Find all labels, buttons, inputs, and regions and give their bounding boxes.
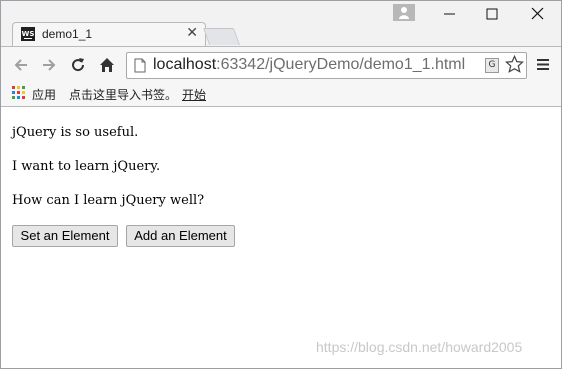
- bookmarks-bar: 应用 点击这里导入书签。 开始: [1, 82, 561, 107]
- translate-icon[interactable]: G: [485, 58, 499, 73]
- close-icon[interactable]: [530, 6, 546, 22]
- tab-demo1_1[interactable]: WS demo1_1 ✕: [12, 22, 206, 46]
- paragraph: jQuery is so useful.: [12, 125, 139, 140]
- menu-icon[interactable]: [536, 58, 550, 71]
- webstorm-favicon-icon: WS: [21, 27, 35, 41]
- new-tab-button[interactable]: [202, 28, 241, 45]
- add-element-button[interactable]: Add an Element: [126, 225, 235, 247]
- address-bar[interactable]: localhost:63342/jQueryDemo/demo1_1.html …: [126, 52, 527, 79]
- forward-arrow-icon[interactable]: [40, 56, 58, 74]
- url-text[interactable]: localhost:63342/jQueryDemo/demo1_1.html: [153, 56, 484, 74]
- paragraph: I want to learn jQuery.: [12, 159, 161, 174]
- reload-icon[interactable]: [69, 56, 87, 74]
- profile-icon[interactable]: [393, 4, 415, 21]
- watermark: https://blog.csdn.net/howard2005: [316, 339, 523, 355]
- set-element-button[interactable]: Set an Element: [12, 225, 118, 247]
- tab-title: demo1_1: [42, 27, 93, 41]
- minimize-icon[interactable]: [442, 6, 458, 22]
- bookmark-import-link[interactable]: 点击这里导入书签。: [69, 86, 177, 103]
- bookmark-apps[interactable]: 应用: [32, 86, 56, 103]
- maximize-icon[interactable]: [484, 6, 500, 22]
- title-bar: WS demo1_1 ✕: [1, 1, 561, 46]
- toolbar: localhost:63342/jQueryDemo/demo1_1.html …: [1, 46, 561, 82]
- page-content: jQuery is so useful. I want to learn jQu…: [1, 108, 561, 368]
- tab-close-icon[interactable]: ✕: [186, 25, 198, 41]
- paragraph: How can I learn jQuery well?: [12, 193, 205, 208]
- page-icon: [134, 58, 146, 73]
- bookmark-star-icon[interactable]: [505, 55, 524, 74]
- apps-icon[interactable]: [12, 86, 25, 99]
- bookmark-start-link[interactable]: 开始: [182, 86, 206, 103]
- browser-window: WS demo1_1 ✕ localhost:63342/jQueryDemo/…: [0, 0, 562, 369]
- home-icon[interactable]: [98, 56, 116, 74]
- back-arrow-icon[interactable]: [12, 56, 30, 74]
